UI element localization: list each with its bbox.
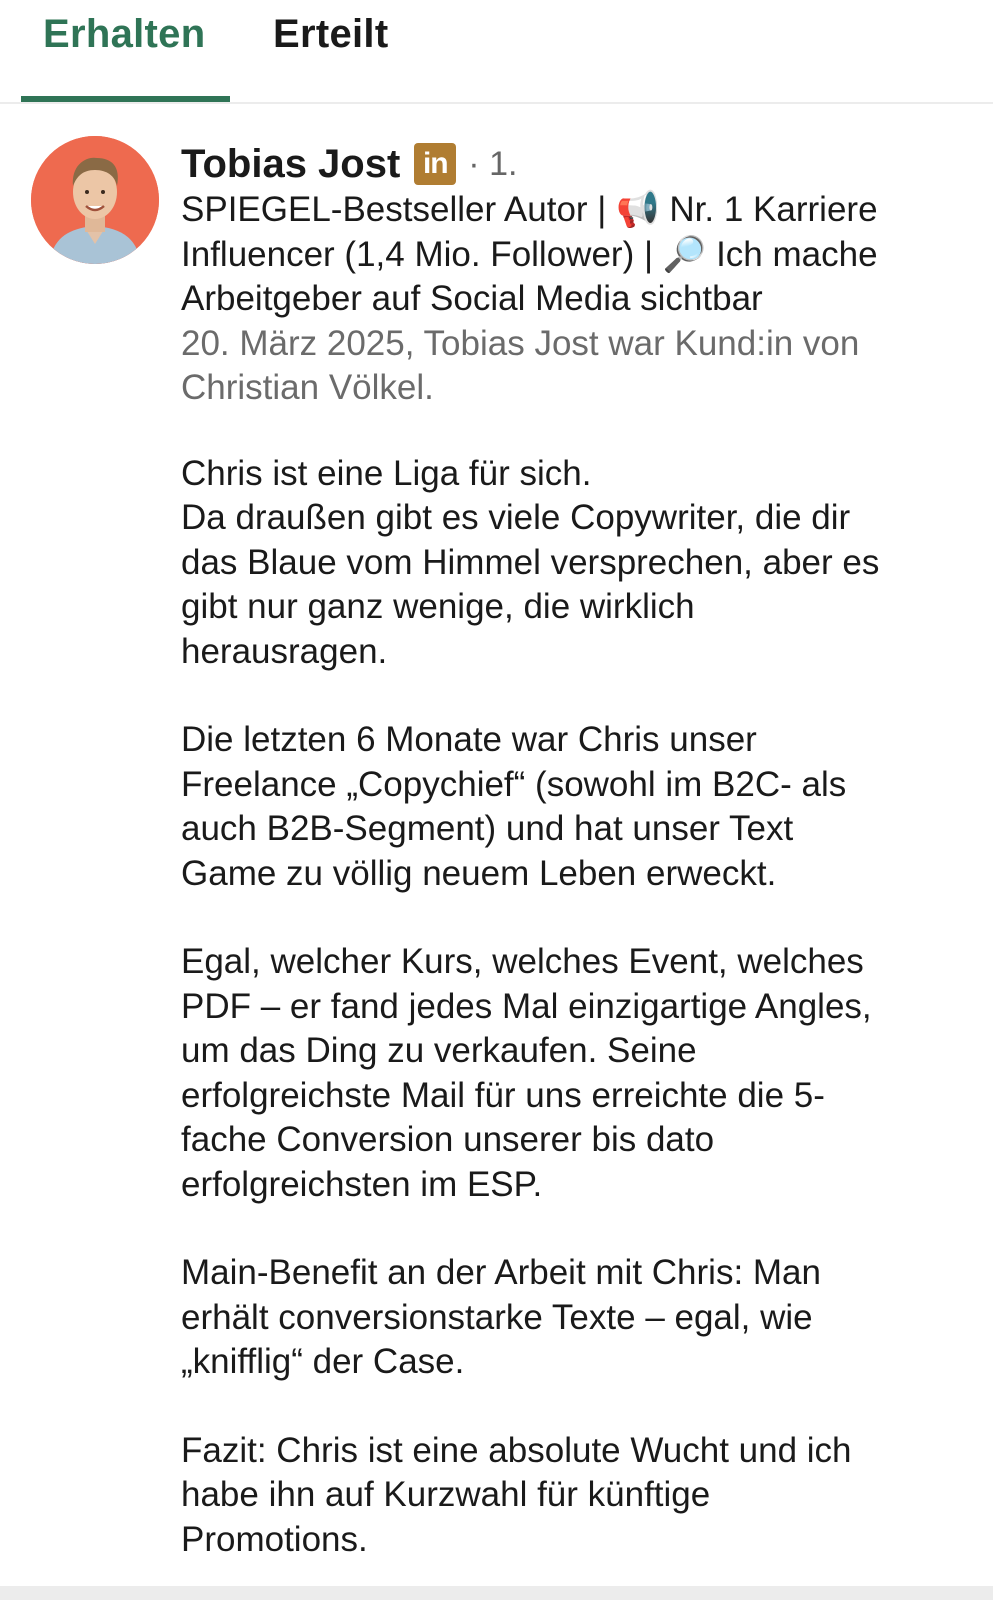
headline-line: Influencer (1,4 Mio. Follower) | 🔎 Ich m… (181, 234, 878, 274)
text-line: erhält conversionstarke Texte – egal, wi… (181, 1297, 813, 1337)
text-line: gibt nur ganz wenige, die wirklich (181, 587, 695, 626)
tab-bar: Erhalten Erteilt (0, 0, 993, 104)
text-line: um das Ding zu verkaufen. Seine (181, 1031, 697, 1070)
author-name[interactable]: Tobias Jost (181, 142, 400, 187)
paragraph: Main-Benefit an der Arbeit mit Chris: Ma… (181, 1251, 971, 1385)
text-line: erfolgreichste Mail für uns erreichte di… (181, 1075, 825, 1115)
text-line: habe ihn auf Kurzwahl für künftige (181, 1475, 711, 1514)
text-line: Fazit: Chris ist eine absolute Wucht und… (181, 1430, 852, 1470)
tab-given[interactable]: Erteilt (273, 12, 388, 57)
active-tab-indicator (21, 96, 230, 102)
headline-line: Arbeitgeber auf Social Media sichtbar (181, 279, 763, 318)
text-line: Egal, welcher Kurs, welches Event, welch… (181, 942, 864, 981)
paragraph: Fazit: Chris ist eine absolute Wucht und… (181, 1429, 971, 1563)
text-line: „knifflig“ der Case. (181, 1342, 465, 1381)
meta-line: 20. März 2025, Tobias Jost war Kund:in v… (181, 323, 860, 363)
meta-line: Christian Völkel. (181, 368, 434, 407)
author-headline: SPIEGEL-Bestseller Autor | 📢 Nr. 1 Karri… (181, 188, 971, 322)
paragraph: Die letzten 6 Monate war Chris unser Fre… (181, 718, 971, 896)
text-line: auch B2B-Segment) und hat unser Text (181, 809, 794, 848)
avatar-portrait-icon (31, 136, 159, 264)
text-line: Main-Benefit an der Arbeit mit Chris: Ma… (181, 1253, 821, 1292)
text-line: Chris ist eine Liga für sich. (181, 453, 592, 493)
recommendation-meta: 20. März 2025, Tobias Jost war Kund:in v… (181, 322, 971, 411)
author-row: Tobias Jost in · 1. (181, 138, 971, 190)
avatar[interactable] (31, 136, 159, 264)
text-line: erfolgreichsten im ESP. (181, 1164, 543, 1204)
text-line: fache Conversion unserer bis dato (181, 1120, 715, 1159)
paragraph: Chris ist eine Liga für sich. Da draußen… (181, 452, 971, 675)
text-line: herausragen. (181, 631, 388, 671)
paragraph: Egal, welcher Kurs, welches Event, welch… (181, 940, 971, 1207)
text-line: PDF – er fand jedes Mal einzigartige Ang… (181, 986, 872, 1026)
tab-received[interactable]: Erhalten (43, 12, 205, 57)
text-line: Die letzten 6 Monate war Chris unser (181, 720, 757, 759)
connection-degree: · 1. (468, 144, 518, 183)
text-line: Promotions. (181, 1519, 368, 1559)
linkedin-badge-icon: in (414, 143, 457, 185)
bottom-divider (0, 1586, 993, 1600)
headline-line: SPIEGEL-Bestseller Autor | 📢 Nr. 1 Karri… (181, 190, 878, 229)
text-line: das Blaue vom Himmel versprechen, aber e… (181, 542, 880, 582)
text-line: Da draußen gibt es viele Copywriter, die… (181, 498, 851, 537)
text-line: Freelance „Copychief“ (sowohl im B2C- al… (181, 764, 847, 804)
recommendation-text: Chris ist eine Liga für sich. Da draußen… (181, 452, 971, 1563)
text-line: Game zu völlig neuem Leben erweckt. (181, 853, 777, 893)
recommendation-card: Tobias Jost in · 1. SPIEGEL-Bestseller A… (181, 138, 971, 1562)
